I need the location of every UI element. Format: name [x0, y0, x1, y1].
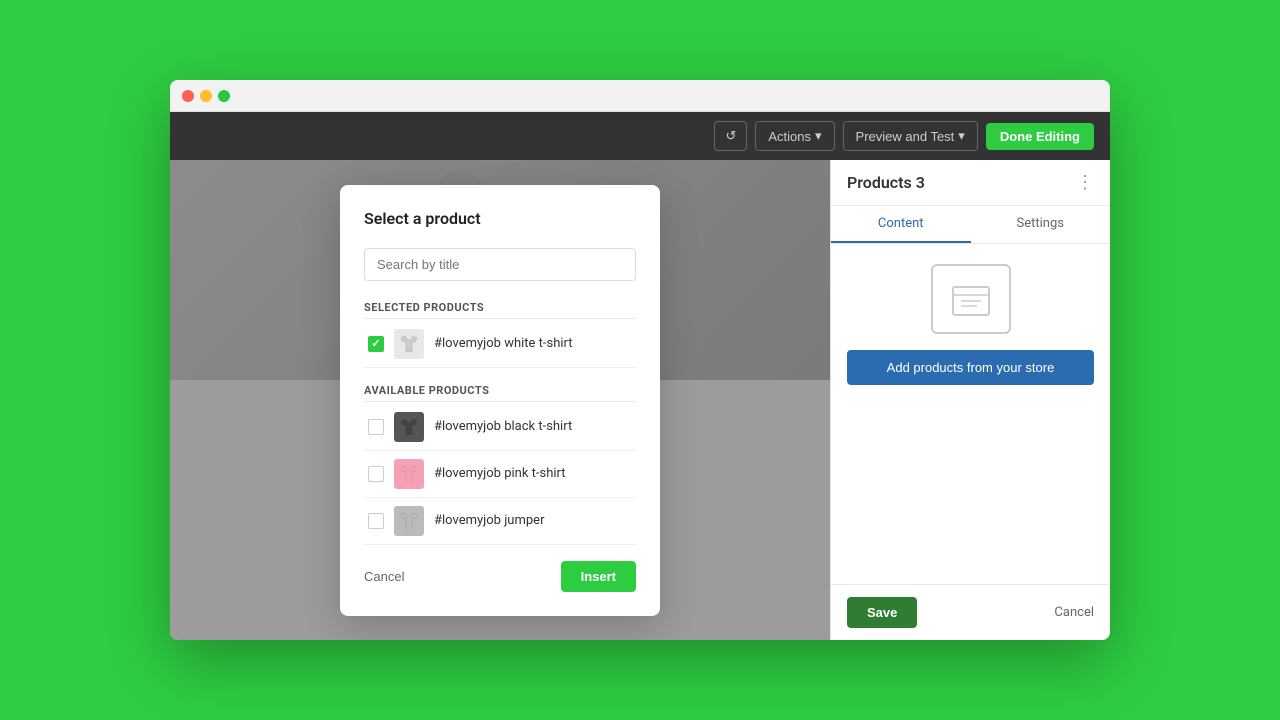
product-checkbox-1[interactable]	[368, 336, 384, 352]
preview-button[interactable]: Preview and Test ▾	[843, 121, 978, 151]
panel-menu-icon[interactable]: ⋮	[1076, 172, 1094, 193]
add-products-button[interactable]: Add products from your store	[847, 350, 1094, 385]
modal-footer: Cancel Insert	[364, 561, 636, 592]
product-name-1: #lovemyjob white t-shirt	[434, 336, 573, 351]
panel-content: Add products from your store	[831, 244, 1110, 584]
product-checkbox-2[interactable]	[368, 419, 384, 435]
product-item-2[interactable]: #lovemyjob black t-shirt	[364, 404, 636, 451]
cancel-link[interactable]: Cancel	[1054, 605, 1094, 620]
product-thumb-2	[394, 412, 424, 442]
actions-label: Actions	[768, 129, 811, 144]
panel-header: Products 3 ⋮	[831, 160, 1110, 206]
product-select-modal: Select a product SELECTED PRODUCTS #love…	[340, 185, 660, 616]
modal-overlay: Select a product SELECTED PRODUCTS #love…	[170, 160, 830, 640]
selected-products-list: #lovemyjob white t-shirt	[364, 321, 636, 368]
product-name-4: #lovemyjob jumper	[434, 513, 544, 528]
product-name-2: #lovemyjob black t-shirt	[434, 419, 572, 434]
tab-settings[interactable]: Settings	[971, 206, 1111, 243]
actions-chevron-icon: ▾	[815, 128, 822, 144]
product-name-3: #lovemyjob pink t-shirt	[434, 466, 566, 481]
right-panel: Products 3 ⋮ Content Settings	[830, 160, 1110, 640]
canvas-area: Click here to grab a Select a product SE…	[170, 160, 830, 640]
product-item-selected-1[interactable]: #lovemyjob white t-shirt	[364, 321, 636, 368]
product-thumb-1	[394, 329, 424, 359]
browser-titlebar	[170, 80, 1110, 112]
preview-label: Preview and Test	[856, 129, 955, 144]
tab-content[interactable]: Content	[831, 206, 971, 243]
save-button[interactable]: Save	[847, 597, 917, 628]
traffic-light-red[interactable]	[182, 90, 194, 102]
product-thumb-3	[394, 459, 424, 489]
product-checkbox-3[interactable]	[368, 466, 384, 482]
history-button[interactable]: ↺	[714, 121, 747, 151]
product-checkbox-4[interactable]	[368, 513, 384, 529]
done-editing-button[interactable]: Done Editing	[986, 123, 1094, 150]
browser-window: ↺ Actions ▾ Preview and Test ▾ Done Edit…	[170, 80, 1110, 640]
search-input[interactable]	[364, 248, 636, 281]
app-content: Click here to grab a Select a product SE…	[170, 160, 1110, 640]
traffic-light-green[interactable]	[218, 90, 230, 102]
panel-tabs: Content Settings	[831, 206, 1110, 244]
panel-title: Products 3	[847, 173, 925, 192]
selected-products-label: SELECTED PRODUCTS	[364, 297, 636, 319]
preview-chevron-icon: ▾	[958, 128, 965, 144]
available-products-label: AVAILABLE PRODUCTS	[364, 380, 636, 402]
modal-cancel-button[interactable]: Cancel	[364, 569, 404, 584]
available-products-list: #lovemyjob black t-shirt #lovemyjob pink…	[364, 404, 636, 545]
modal-insert-button[interactable]: Insert	[561, 561, 636, 592]
product-item-4[interactable]: #lovemyjob jumper	[364, 498, 636, 545]
actions-button[interactable]: Actions ▾	[755, 121, 834, 151]
traffic-light-yellow[interactable]	[200, 90, 212, 102]
panel-footer: Save Cancel	[831, 584, 1110, 640]
product-thumb-4	[394, 506, 424, 536]
panel-placeholder-icon	[931, 264, 1011, 334]
app-toolbar: ↺ Actions ▾ Preview and Test ▾ Done Edit…	[170, 112, 1110, 160]
product-item-3[interactable]: #lovemyjob pink t-shirt	[364, 451, 636, 498]
modal-title: Select a product	[364, 209, 636, 228]
